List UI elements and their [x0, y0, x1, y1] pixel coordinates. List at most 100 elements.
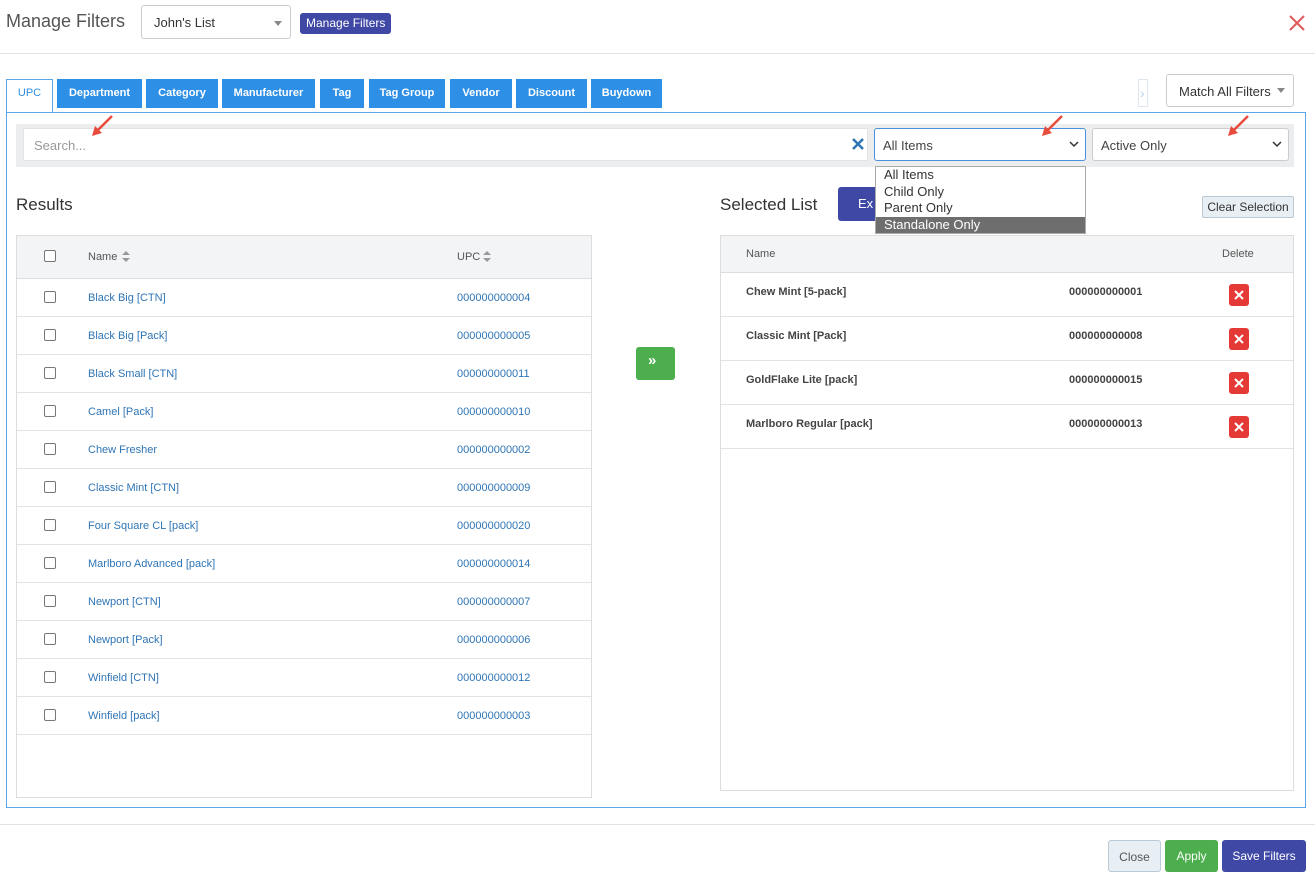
column-header-upc[interactable]: UPC [457, 251, 480, 263]
delete-button[interactable] [1229, 416, 1249, 438]
filter-list-select[interactable]: John's List [141, 5, 291, 39]
tab-discount[interactable]: Discount [516, 79, 587, 108]
item-upc-link[interactable]: 000000000007 [457, 596, 530, 608]
row-checkbox[interactable] [44, 291, 56, 303]
item-type-select-value: All Items [883, 138, 933, 153]
table-row[interactable]: Winfield [pack] 000000000003 [17, 697, 591, 735]
modal-header: Manage Filters John's List Manage Filter… [0, 0, 1315, 54]
selected-item-name: GoldFlake Lite [pack] [746, 374, 858, 386]
delete-button[interactable] [1229, 284, 1249, 306]
tab-upc[interactable]: UPC [6, 79, 53, 113]
close-button[interactable]: Close [1108, 840, 1161, 872]
table-row: Marlboro Regular [pack] 000000000013 [721, 405, 1293, 449]
table-row[interactable]: Newport [CTN] 000000000007 [17, 583, 591, 621]
item-name-link[interactable]: Black Big [Pack] [88, 330, 167, 342]
table-row[interactable]: Black Big [Pack] 000000000005 [17, 317, 591, 355]
item-upc-link[interactable]: 000000000002 [457, 444, 530, 456]
apply-button[interactable]: Apply [1165, 840, 1218, 872]
item-upc-link[interactable]: 000000000003 [457, 710, 530, 722]
row-checkbox[interactable] [44, 405, 56, 417]
delete-button[interactable] [1229, 328, 1249, 350]
dropdown-option-standalone-only[interactable]: Standalone Only [876, 217, 1085, 233]
match-filters-select[interactable]: Match All Filters [1166, 74, 1294, 107]
annotation-arrow-icon [1228, 115, 1249, 136]
sort-icon[interactable] [483, 251, 491, 262]
results-table-header: Name UPC [17, 236, 591, 279]
item-name-link[interactable]: Winfield [pack] [88, 710, 160, 722]
tab-manufacturer[interactable]: Manufacturer [222, 79, 315, 108]
tab-scroll-right-button[interactable]: › [1138, 79, 1148, 107]
table-row[interactable]: Black Small [CTN] 000000000011 [17, 355, 591, 393]
row-checkbox[interactable] [44, 557, 56, 569]
item-name-link[interactable]: Chew Fresher [88, 444, 157, 456]
results-table: Name UPC Black Big [CTN] 000000000004 Bl… [16, 235, 592, 798]
row-checkbox[interactable] [44, 633, 56, 645]
item-name-link[interactable]: Marlboro Advanced [pack] [88, 558, 215, 570]
save-filters-button[interactable]: Save Filters [1222, 840, 1306, 872]
row-checkbox[interactable] [44, 329, 56, 341]
tab-tag-group[interactable]: Tag Group [369, 79, 445, 108]
table-row[interactable]: Marlboro Advanced [pack] 000000000014 [17, 545, 591, 583]
tab-vendor[interactable]: Vendor [450, 79, 512, 108]
table-row[interactable]: Classic Mint [CTN] 000000000009 [17, 469, 591, 507]
row-checkbox[interactable] [44, 709, 56, 721]
item-upc-link[interactable]: 000000000010 [457, 406, 530, 418]
close-icon[interactable] [1286, 12, 1308, 34]
tab-tag[interactable]: Tag [320, 79, 364, 108]
table-row[interactable]: Camel [Pack] 000000000010 [17, 393, 591, 431]
item-upc-link[interactable]: 000000000009 [457, 482, 530, 494]
item-name-link[interactable]: Newport [Pack] [88, 634, 163, 646]
close-icon [1234, 422, 1244, 432]
item-name-link[interactable]: Newport [CTN] [88, 596, 161, 608]
tab-category[interactable]: Category [146, 79, 218, 108]
item-upc-link[interactable]: 000000000006 [457, 634, 530, 646]
row-checkbox[interactable] [44, 367, 56, 379]
selected-item-name: Marlboro Regular [pack] [746, 418, 873, 430]
selected-list-title: Selected List [720, 195, 818, 214]
close-icon [1234, 290, 1244, 300]
search-input[interactable]: Search... [23, 128, 868, 161]
table-row[interactable]: Chew Fresher 000000000002 [17, 431, 591, 469]
clear-search-icon[interactable] [851, 137, 865, 151]
column-header-name[interactable]: Name [88, 251, 117, 263]
dropdown-option-child-only[interactable]: Child Only [876, 184, 1085, 200]
table-row[interactable]: Four Square CL [pack] 000000000020 [17, 507, 591, 545]
row-checkbox[interactable] [44, 671, 56, 683]
item-name-link[interactable]: Camel [Pack] [88, 406, 153, 418]
item-name-link[interactable]: Black Big [CTN] [88, 292, 166, 304]
delete-button[interactable] [1229, 372, 1249, 394]
select-all-checkbox[interactable] [44, 250, 56, 262]
item-upc-link[interactable]: 000000000014 [457, 558, 530, 570]
dropdown-option-parent-only[interactable]: Parent Only [876, 200, 1085, 216]
chevron-down-icon [1069, 141, 1079, 148]
sort-icon[interactable] [122, 251, 130, 262]
manage-filters-button[interactable]: Manage Filters [300, 13, 392, 34]
status-select[interactable]: Active Only [1092, 128, 1289, 161]
clear-selection-button[interactable]: Clear Selection [1202, 196, 1294, 218]
row-checkbox[interactable] [44, 481, 56, 493]
row-checkbox[interactable] [44, 443, 56, 455]
item-upc-link[interactable]: 000000000004 [457, 292, 530, 304]
table-row: GoldFlake Lite [pack] 000000000015 [721, 361, 1293, 405]
search-placeholder: Search... [34, 138, 87, 153]
export-button[interactable]: Ex [838, 187, 878, 221]
item-name-link[interactable]: Black Small [CTN] [88, 368, 177, 380]
table-row[interactable]: Winfield [CTN] 000000000012 [17, 659, 591, 697]
item-upc-link[interactable]: 000000000005 [457, 330, 530, 342]
item-name-link[interactable]: Four Square CL [pack] [88, 520, 198, 532]
item-upc-link[interactable]: 000000000020 [457, 520, 530, 532]
row-checkbox[interactable] [44, 595, 56, 607]
tab-department[interactable]: Department [57, 79, 142, 108]
tab-buydown[interactable]: Buydown [591, 79, 662, 108]
item-upc-link[interactable]: 000000000012 [457, 672, 530, 684]
table-row[interactable]: Black Big [CTN] 000000000004 [17, 279, 591, 317]
table-row[interactable]: Newport [Pack] 000000000006 [17, 621, 591, 659]
item-name-link[interactable]: Winfield [CTN] [88, 672, 159, 684]
row-checkbox[interactable] [44, 519, 56, 531]
selected-item-upc: 000000000008 [1069, 330, 1143, 342]
item-upc-link[interactable]: 000000000011 [457, 368, 530, 380]
add-to-selected-button[interactable]: » [636, 347, 675, 380]
dropdown-option-all-items[interactable]: All Items [876, 167, 1085, 183]
item-name-link[interactable]: Classic Mint [CTN] [88, 482, 179, 494]
close-icon [1234, 378, 1244, 388]
